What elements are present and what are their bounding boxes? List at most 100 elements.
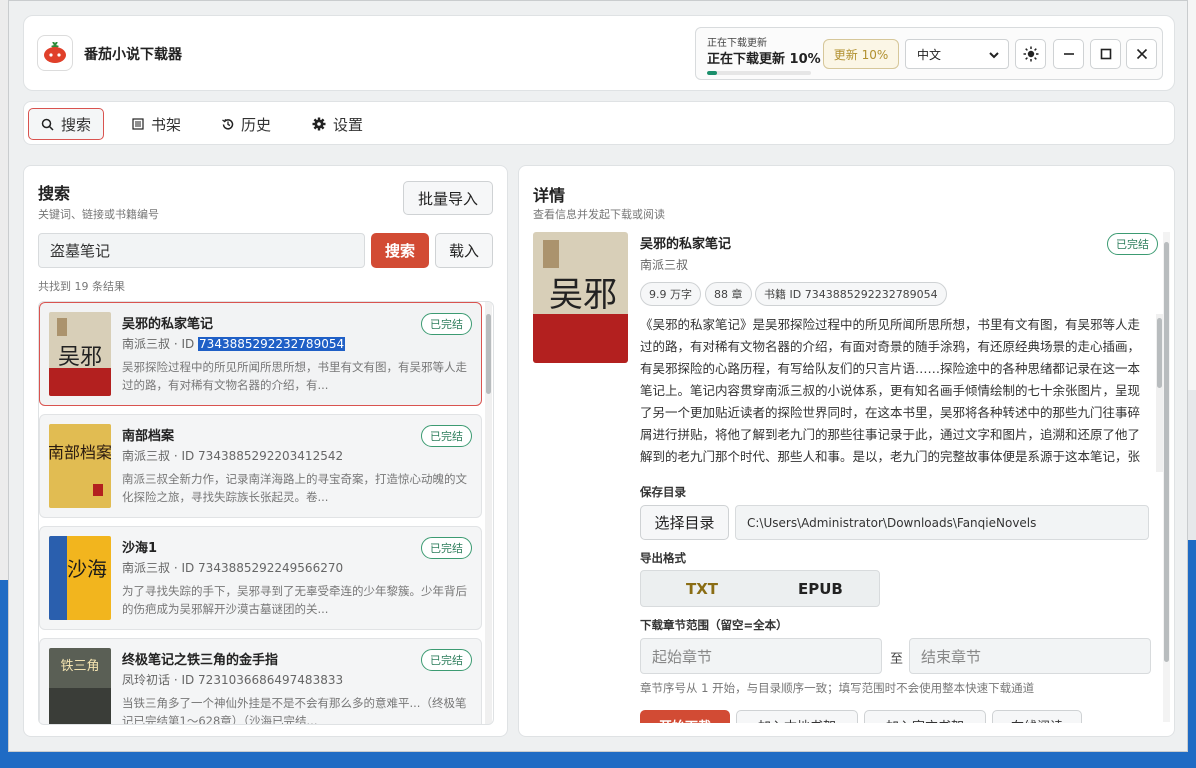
- search-button[interactable]: 搜索: [371, 233, 429, 268]
- title-bar: 番茄小说下载器 正在下载更新 正在下载更新 10% 更新 10% 中文: [23, 15, 1175, 91]
- list-icon: [132, 118, 144, 130]
- result-title: 南部档案: [122, 429, 175, 444]
- language-value: 中文: [917, 47, 942, 62]
- range-label: 下载章节范围（留空=全本）: [640, 618, 788, 632]
- app-logo-icon: [37, 35, 73, 71]
- word-count-chip: 9.9 万字: [640, 282, 701, 306]
- result-meta: 南派三叔 · ID 7343885292232789054: [122, 335, 346, 352]
- result-meta: 凤玲初话 · ID 7231036686497483833: [122, 671, 343, 688]
- detail-panel: 详情 查看信息并发起下载或阅读 吴邪 吴邪的私家笔记 南派三叔 已完结 9.9 …: [518, 165, 1175, 737]
- result-author: 南派三叔 · ID: [122, 449, 199, 463]
- end-chapter-input[interactable]: 结束章节: [909, 638, 1151, 674]
- cover-title-text: 南部档案: [49, 443, 111, 462]
- result-meta: 南派三叔 · ID 7343885292203412542: [122, 447, 343, 464]
- result-title: 沙海1: [122, 541, 158, 556]
- book-cover: 南部档案: [49, 424, 111, 508]
- format-epub-option[interactable]: EPUB: [798, 571, 843, 606]
- language-select[interactable]: 中文: [905, 39, 1009, 69]
- tab-search-label: 搜索: [61, 115, 92, 134]
- add-official-shelf-button[interactable]: 加入官方书架: [864, 710, 986, 723]
- save-dir-label: 保存目录: [640, 485, 686, 499]
- tab-settings[interactable]: 设置: [300, 108, 375, 140]
- cover-title-text: 沙海: [67, 557, 107, 581]
- detail-cover-text: 吴邪: [549, 275, 617, 315]
- close-icon: [1136, 48, 1147, 60]
- result-id: 7343885292203412542: [198, 449, 344, 463]
- theme-toggle-button[interactable]: [1015, 39, 1046, 69]
- detail-scroll-thumb[interactable]: [1164, 242, 1169, 662]
- tab-bookshelf[interactable]: 书架: [120, 108, 193, 140]
- search-panel-subtitle: 关键词、链接或书籍编号: [38, 208, 159, 221]
- load-button[interactable]: 载入: [435, 233, 493, 268]
- search-icon: [41, 118, 54, 131]
- update-status-panel: 正在下载更新 正在下载更新 10% 更新 10% 中文: [695, 27, 1163, 80]
- update-progress-bar: [707, 71, 811, 75]
- tab-history[interactable]: 历史: [210, 108, 283, 140]
- search-input[interactable]: 盗墓笔记: [38, 233, 365, 268]
- book-cover: 吴邪: [49, 312, 111, 396]
- maximize-button[interactable]: [1090, 39, 1121, 69]
- status-badge: 已完结: [421, 425, 472, 447]
- choose-dir-button[interactable]: 选择目录: [640, 505, 729, 540]
- read-online-button[interactable]: 在线阅读: [992, 710, 1082, 723]
- history-icon: [222, 119, 234, 130]
- results-list: 吴邪 吴邪的私家笔记 南派三叔 · ID 7343885292232789054…: [38, 301, 494, 725]
- chapter-count-chip: 88 章: [705, 282, 752, 306]
- result-meta: 南派三叔 · ID 7343885292249566270: [122, 559, 343, 576]
- tab-history-label: 历史: [241, 115, 272, 134]
- result-id: 7343885292249566270: [198, 561, 344, 575]
- result-card[interactable]: 南部档案 南部档案 南派三叔 · ID 7343885292203412542 …: [39, 414, 482, 518]
- start-chapter-input[interactable]: 起始章节: [640, 638, 882, 674]
- result-card[interactable]: 吴邪 吴邪的私家笔记 南派三叔 · ID 7343885292232789054…: [39, 302, 482, 406]
- update-button[interactable]: 更新 10%: [823, 39, 899, 69]
- tab-search[interactable]: 搜索: [28, 108, 105, 140]
- detail-book-title: 吴邪的私家笔记: [640, 237, 732, 252]
- add-local-shelf-button[interactable]: 加入本地书架: [736, 710, 858, 723]
- sun-icon: [1023, 46, 1038, 62]
- detail-scrollbar[interactable]: [1163, 232, 1170, 722]
- result-desc: 南派三叔全新力作，记录南洋海路上的寻宝奇案，打造惊心动魄的文化探险之旅，寻找失踪…: [122, 472, 467, 504]
- results-scroll-thumb[interactable]: [486, 314, 491, 394]
- maximize-icon: [1100, 48, 1111, 60]
- tab-settings-label: 设置: [333, 115, 364, 134]
- result-desc: 为了寻找失踪的手下，吴邪寻到了无辜受牵连的少年黎簇。少年背后的伤疤成为吴邪解开沙…: [122, 584, 467, 616]
- format-selector: TXT EPUB: [640, 570, 880, 607]
- batch-import-button[interactable]: 批量导入: [403, 181, 493, 215]
- result-title: 吴邪的私家笔记: [122, 317, 214, 332]
- app-title: 番茄小说下载器: [84, 47, 182, 63]
- minimize-button[interactable]: [1053, 39, 1084, 69]
- start-download-button[interactable]: 开始下载: [640, 710, 730, 723]
- detail-author: 南派三叔: [640, 258, 689, 272]
- results-scrollbar[interactable]: [485, 302, 492, 724]
- cover-title-text: 吴邪: [58, 345, 102, 370]
- result-desc: 当铁三角多了一个神仙外挂是不是不会有那么多的意难平...（终极笔记已完结第1～6…: [122, 696, 467, 725]
- description-scroll-thumb[interactable]: [1157, 318, 1162, 388]
- minimize-icon: [1063, 53, 1074, 55]
- update-progress-fill: [707, 71, 718, 75]
- gear-icon: [312, 117, 326, 131]
- result-card[interactable]: 沙海 沙海1 南派三叔 · ID 7343885292249566270 为了寻…: [39, 526, 482, 630]
- save-path-input[interactable]: C:\Users\Administrator\Downloads\FanqieN…: [735, 505, 1149, 540]
- result-desc: 吴邪探险过程中的所见所闻所思所想，书里有文有图，有吴邪等人走过的路，有对稀有文物…: [122, 360, 467, 392]
- result-author: 南派三叔 · ID: [122, 337, 199, 351]
- range-hint: 章节序号从 1 开始，与目录顺序一致；填写范围时不会使用整本快速下载通道: [640, 681, 1035, 695]
- book-cover: 铁三角: [49, 648, 111, 724]
- result-author: 南派三叔 · ID: [122, 561, 199, 575]
- description-scrollbar[interactable]: [1156, 314, 1163, 472]
- result-card[interactable]: 铁三角 终极笔记之铁三角的金手指 凤玲初话 · ID 7231036686497…: [39, 638, 482, 725]
- chevron-down-icon: [989, 52, 999, 59]
- app-window: 番茄小说下载器 正在下载更新 正在下载更新 10% 更新 10% 中文 搜索 书…: [8, 0, 1188, 752]
- result-author: 凤玲初话 · ID: [122, 673, 199, 687]
- close-button[interactable]: [1126, 39, 1157, 69]
- cover-title-text: 铁三角: [60, 659, 99, 674]
- detail-book-cover: 吴邪: [533, 232, 628, 363]
- update-status-caption: 正在下载更新: [707, 38, 767, 49]
- format-txt-option[interactable]: TXT: [686, 571, 718, 606]
- tab-bookshelf-label: 书架: [151, 115, 182, 134]
- status-badge: 已完结: [421, 313, 472, 335]
- book-id-chip: 书籍 ID 7343885292232789054: [755, 282, 947, 306]
- detail-panel-subtitle: 查看信息并发起下载或阅读: [533, 208, 665, 221]
- status-badge: 已完结: [421, 649, 472, 671]
- book-cover: 沙海: [49, 536, 111, 620]
- result-id: 7343885292232789054: [198, 337, 346, 351]
